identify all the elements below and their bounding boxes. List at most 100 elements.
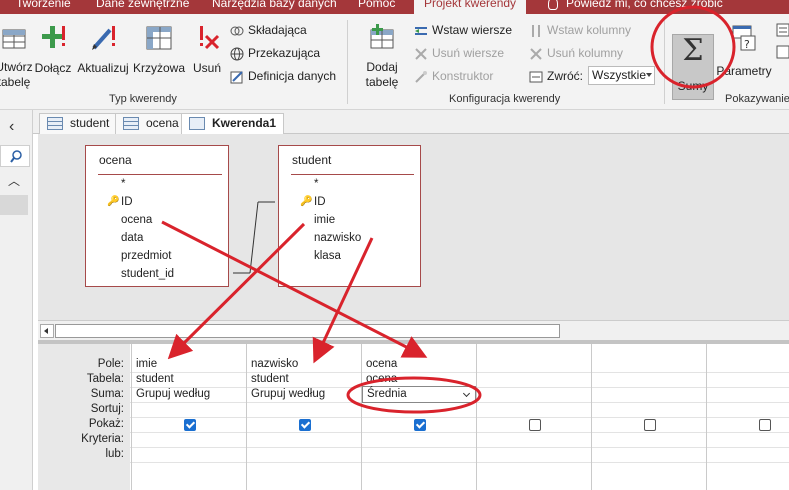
sigma-icon: Σ — [682, 33, 704, 68]
delete-rows-icon — [414, 47, 428, 61]
cell-pole[interactable]: ocena — [366, 358, 397, 370]
return-select[interactable]: Wszystkie — [588, 66, 655, 85]
tab-projekt-kwerendy[interactable]: Projekt kwerendy — [414, 0, 527, 14]
field-star[interactable]: * — [314, 178, 318, 190]
cell-tabela[interactable]: student — [251, 373, 289, 385]
total-dropdown[interactable]: Średnia — [362, 386, 476, 403]
delete-rows-button[interactable]: Usuń wiersze — [414, 44, 504, 62]
scroll-left-arrow-icon[interactable] — [40, 324, 54, 338]
query-design-pane: ocena * 🔑 ID ocena data przedmiot studen… — [38, 134, 789, 320]
grid-column-5[interactable] — [591, 344, 706, 490]
cell-tabela[interactable]: student — [136, 373, 174, 385]
insert-rows-button[interactable]: Wstaw wiersze — [414, 21, 512, 39]
data-definition-icon — [230, 70, 244, 84]
cell-tabela[interactable]: ocena — [366, 373, 397, 385]
table-divider — [98, 174, 222, 175]
append-label: Dołącz — [34, 61, 72, 75]
make-table-button[interactable]: Utwórz tabelę — [0, 20, 34, 90]
field-przedmiot[interactable]: przedmiot — [121, 250, 172, 262]
doc-tab-label: ocena — [146, 116, 179, 130]
field-klasa[interactable]: klasa — [314, 250, 341, 262]
make-table-label: Utwórz tabelę — [0, 60, 33, 89]
field-imie[interactable]: imie — [314, 214, 335, 226]
crosstab-button[interactable]: Krzyżowa — [133, 20, 185, 80]
table-title: ocena — [99, 153, 132, 167]
union-icon — [230, 24, 244, 38]
field-nazwisko[interactable]: nazwisko — [314, 232, 361, 244]
cell-suma[interactable]: Grupuj według — [251, 388, 325, 400]
add-table-button[interactable]: Dodaj tabelę — [360, 20, 404, 90]
insert-columns-button[interactable]: Wstaw kolumny — [529, 21, 631, 39]
row-label-kryteria: Kryteria: — [81, 433, 124, 445]
chevron-left-icon[interactable]: ‹ — [9, 118, 14, 136]
doc-tab-kwerenda1[interactable]: Kwerenda1 — [181, 113, 285, 135]
cell-pole[interactable]: nazwisko — [251, 358, 298, 370]
tab-narzedzia-bazy-danych[interactable]: Narzędzia bazy danych — [212, 0, 337, 10]
add-table-icon — [370, 24, 394, 49]
cell-suma[interactable]: Grupuj według — [136, 388, 210, 400]
union-button[interactable]: Składająca — [230, 21, 307, 39]
delete-query-label: Usuń — [192, 61, 221, 75]
lightbulb-icon — [548, 0, 558, 11]
insert-rows-label: Wstaw wiersze — [432, 23, 513, 37]
data-definition-button[interactable]: Definicja danych — [230, 67, 336, 85]
group-separator — [347, 20, 348, 104]
add-table-label: Dodaj tabelę — [365, 60, 399, 89]
grid-column-6[interactable] — [706, 344, 789, 490]
update-button[interactable]: Aktualizuj — [75, 20, 131, 80]
doc-tab-label: student — [70, 116, 110, 130]
navigation-pane: ‹ ︿ — [0, 110, 33, 490]
parameters-button[interactable]: ? Parametry — [716, 20, 772, 80]
tab-tworzenie[interactable]: Tworzenie — [16, 0, 71, 10]
show-checkbox[interactable] — [759, 419, 771, 431]
row-label-lub: lub: — [105, 448, 124, 460]
parameters-label: Parametry — [716, 64, 772, 78]
table-box-student[interactable]: student * 🔑 ID imie nazwisko klasa — [278, 145, 421, 287]
builder-button[interactable]: Konstruktor — [414, 67, 493, 85]
delete-query-button[interactable]: Usuń — [188, 20, 226, 80]
totals-button[interactable]: Σ Sumy — [672, 33, 714, 100]
delete-columns-button[interactable]: Usuń kolumny — [529, 44, 623, 62]
tell-me-box[interactable]: Powiedz mi, co chcesz zrobić — [548, 0, 723, 11]
field-ocena[interactable]: ocena — [121, 214, 152, 226]
primary-key-icon: 🔑 — [107, 196, 120, 207]
tab-dane-zewnetrzne[interactable]: Dane zewnętrzne — [96, 0, 189, 10]
table-box-ocena[interactable]: ocena * 🔑 ID ocena data przedmiot studen… — [85, 145, 229, 287]
return-label: Zwróć: — [547, 69, 583, 83]
grid-column-1[interactable]: imie student Grupuj według — [131, 344, 246, 490]
show-checkbox[interactable] — [529, 419, 541, 431]
field-student-id[interactable]: student_id — [121, 268, 174, 280]
append-button[interactable]: Dołącz — [34, 20, 72, 80]
cell-pole[interactable]: imie — [136, 358, 157, 370]
show-checkbox[interactable] — [644, 419, 656, 431]
delete-columns-label: Usuń kolumny — [547, 46, 624, 60]
show-checkbox[interactable] — [299, 419, 311, 431]
nav-search-box[interactable] — [0, 145, 30, 167]
chevron-up-icon[interactable]: ︿ — [8, 172, 20, 189]
field-id[interactable]: ID — [314, 196, 326, 208]
row-label-sortuj: Sortuj: — [90, 403, 124, 415]
field-star[interactable]: * — [121, 178, 125, 190]
passthrough-label: Przekazująca — [248, 46, 321, 60]
return-icon — [529, 70, 543, 84]
horizontal-scrollbar[interactable] — [38, 320, 789, 340]
doc-tab-ocena[interactable]: ocena — [115, 113, 187, 134]
show-checkbox[interactable] — [184, 419, 196, 431]
nav-group-bar[interactable] — [0, 195, 28, 215]
group-label-konfiguracja: Konfiguracja kwerendy — [449, 93, 561, 105]
field-id[interactable]: ID — [121, 196, 133, 208]
tab-pomoc[interactable]: Pomoc — [358, 0, 395, 10]
property-sheet-icon[interactable] — [776, 22, 789, 72]
row-label-pokaz: Pokaż: — [88, 418, 124, 430]
field-data[interactable]: data — [121, 232, 143, 244]
group-label-pokazywanie: Pokazywanie — [725, 93, 789, 105]
doc-tab-student[interactable]: student — [39, 113, 118, 134]
grid-column-3[interactable]: ocena ocena Średnia — [361, 344, 476, 490]
query-grid: Pole: Tabela: Suma: Sortuj: Pokaż: Kryte… — [38, 344, 789, 490]
row-label-pole: Pole: — [97, 358, 124, 370]
grid-column-4[interactable] — [476, 344, 591, 490]
grid-column-2[interactable]: nazwisko student Grupuj według — [246, 344, 361, 490]
show-checkbox[interactable] — [414, 419, 426, 431]
passthrough-button[interactable]: Przekazująca — [230, 44, 320, 62]
scrollbar-thumb[interactable] — [55, 324, 560, 338]
